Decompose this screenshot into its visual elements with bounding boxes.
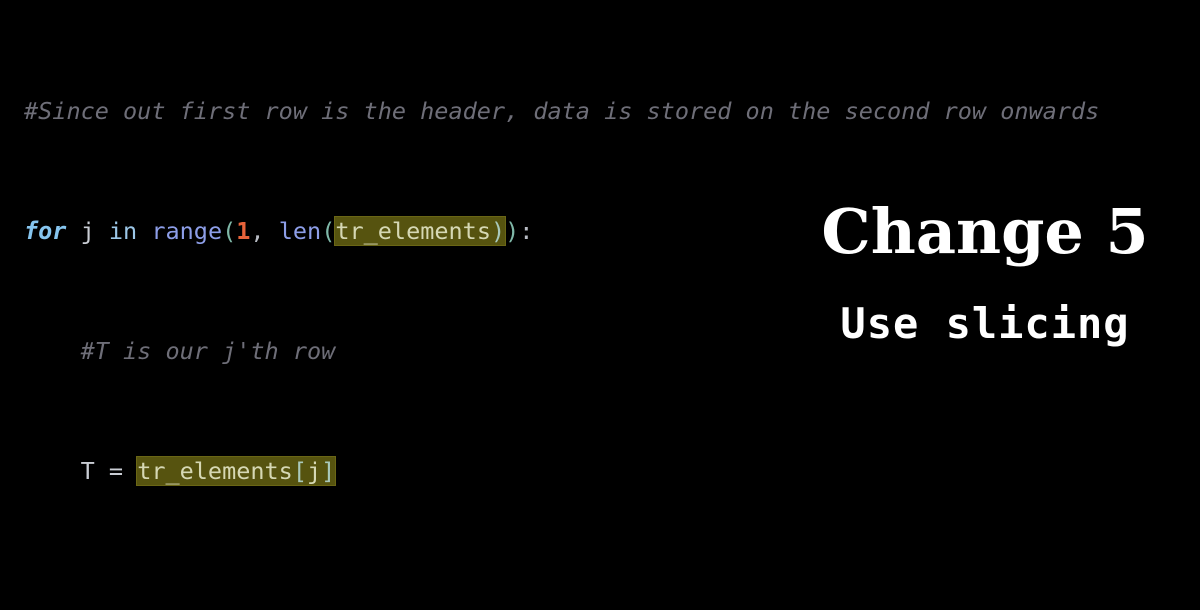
code-line: T = tr_elements[j] xyxy=(0,456,1200,486)
variable-T: T = xyxy=(24,457,138,485)
selection-highlight-tr-elements-index[interactable]: tr_elements[j] xyxy=(137,457,336,485)
keyword-in: in xyxy=(108,217,138,245)
keyword-for: for xyxy=(24,217,67,245)
colon: : xyxy=(519,217,534,245)
paren-close: ) xyxy=(490,217,506,245)
comma: , xyxy=(250,217,265,245)
code-comment: #T is our j'th row xyxy=(24,337,336,365)
change-title-block: Change 5 Use slicing xyxy=(770,196,1200,348)
function-len: len xyxy=(278,217,322,245)
change-subheading: Use slicing xyxy=(840,299,1130,348)
code-line: #Since out first row is the header, data… xyxy=(0,96,1200,126)
change-heading: Change 5 xyxy=(821,195,1149,268)
bracket-open: [ xyxy=(292,457,307,485)
number-literal: 1 xyxy=(236,217,251,245)
paren-close: ) xyxy=(505,217,520,245)
selection-highlight-tr-elements[interactable]: tr_elements) xyxy=(335,217,506,245)
function-range: range xyxy=(151,217,223,245)
paren-open: ( xyxy=(222,217,237,245)
bracket-close: ] xyxy=(321,457,336,485)
paren-open: ( xyxy=(321,217,336,245)
screen-root: #Since out first row is the header, data… xyxy=(0,0,1200,610)
variable-j: j xyxy=(66,217,109,245)
code-comment: #Since out first row is the header, data… xyxy=(24,97,1100,125)
